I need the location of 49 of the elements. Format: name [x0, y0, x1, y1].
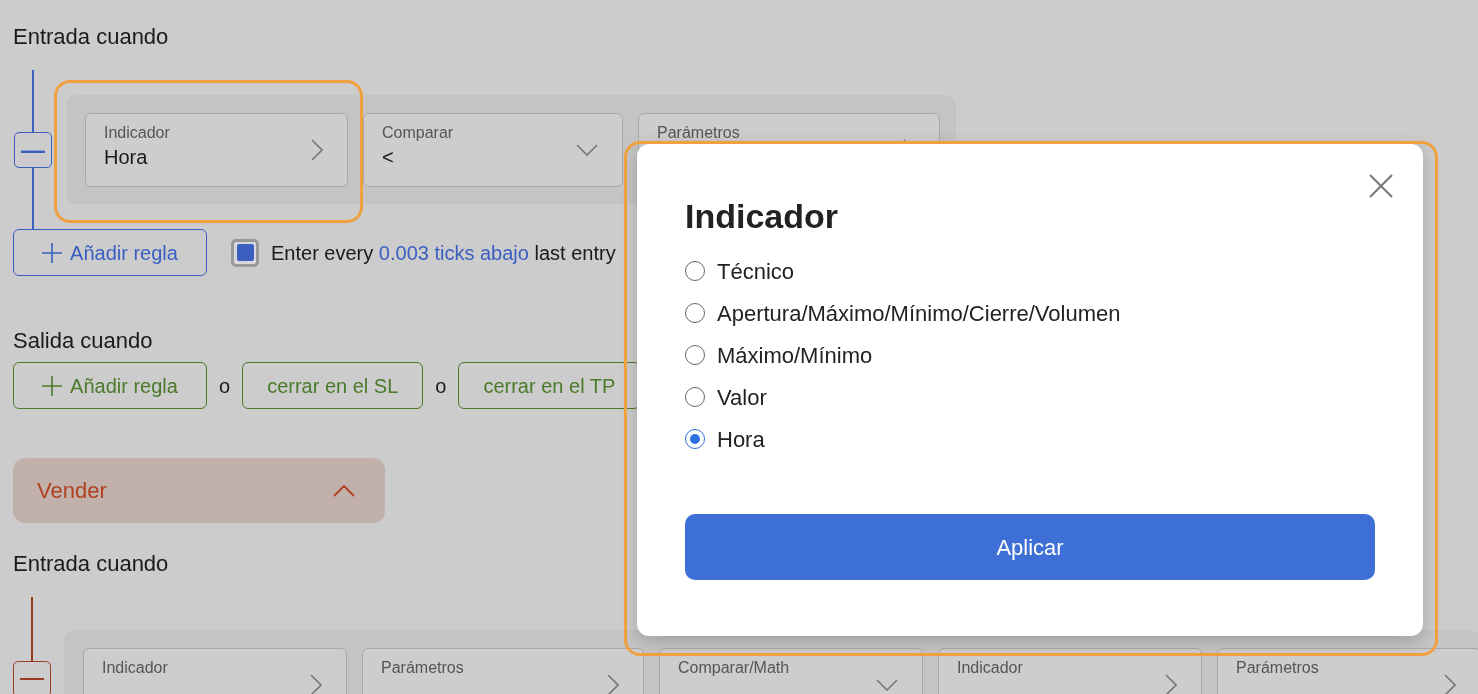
rule-field[interactable]: Parámetros [362, 648, 644, 694]
radio-option[interactable]: Apertura/Máximo/Mínimo/Cierre/Volumen [685, 298, 1375, 328]
field-value: < [382, 144, 395, 170]
or-text: o [219, 373, 231, 399]
section-title: Entrada cuando [13, 24, 170, 50]
rule-field[interactable]: Indicador [83, 648, 347, 694]
section-title: Entrada cuando [13, 551, 170, 577]
checkbox[interactable] [231, 238, 259, 267]
apply-button[interactable]: Aplicar [685, 514, 1375, 580]
chevron-right-icon [1444, 674, 1456, 694]
or-text: o [435, 373, 447, 399]
section-title: Salida cuando [13, 328, 154, 354]
field-value: Hora [104, 144, 149, 170]
chevron-down-icon [576, 143, 598, 156]
radio-option[interactable]: Hora [685, 424, 1375, 454]
field-label: Indicador [104, 122, 170, 143]
field-label: Indicador [102, 658, 168, 678]
close-option-button[interactable]: cerrar en el SL [242, 362, 424, 409]
radio-option[interactable]: Técnico [685, 256, 1375, 286]
repeat-entry-text: Enter every 0.003 ticks abajo last entry [271, 240, 616, 266]
field-label: Parámetros [381, 658, 464, 678]
chevron-up-icon [333, 484, 355, 497]
add-rule-button[interactable]: Añadir regla [13, 229, 207, 276]
field-label: Parámetros [1236, 658, 1319, 678]
rule-field[interactable]: Parámetros [1217, 648, 1478, 694]
close-icon[interactable] [1369, 174, 1393, 198]
rule-field[interactable]: Comparar < [363, 112, 623, 187]
plus-icon [42, 375, 63, 396]
field-label: Comparar/Math [678, 658, 790, 678]
chevron-right-icon [1165, 674, 1177, 694]
radio-option[interactable]: Valor [685, 382, 1375, 412]
rule-field[interactable]: Indicador Hora [85, 112, 348, 187]
field-label: Indicador [957, 658, 1023, 678]
radio-option[interactable]: Máximo/Mínimo [685, 340, 1375, 370]
chevron-right-icon [310, 674, 322, 694]
remove-rule-button[interactable] [13, 661, 51, 694]
dialog-title: Indicador [685, 196, 840, 237]
chevron-right-icon [607, 674, 619, 694]
ticks-link[interactable]: 0.003 ticks abajo [378, 241, 529, 264]
rule-field[interactable]: Indicador [938, 648, 1202, 694]
remove-rule-button[interactable]: — [14, 132, 52, 168]
add-rule-button[interactable]: Añadir regla [13, 362, 207, 409]
rule-field[interactable]: Comparar/Math [659, 648, 923, 694]
plus-icon [42, 242, 63, 263]
chevron-down-icon [876, 679, 898, 691]
field-label: Comparar [382, 122, 454, 143]
chevron-right-icon [311, 138, 323, 161]
field-label: Parámetros [657, 122, 740, 143]
sell-section-header[interactable]: Vender [13, 458, 385, 523]
